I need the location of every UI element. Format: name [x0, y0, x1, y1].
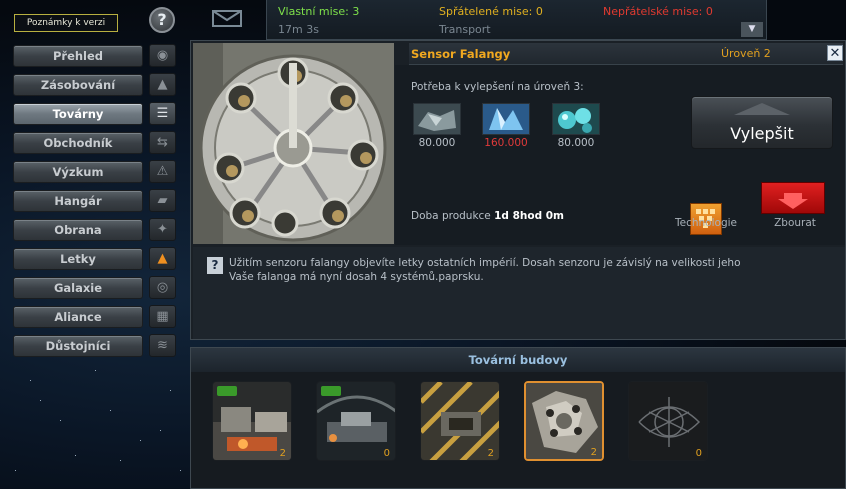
deuterium-cost: 80.000 — [557, 137, 595, 149]
factory-building-thumb-3[interactable]: 2 — [420, 381, 500, 461]
factory-buildings-header: Tovární budovy — [191, 348, 845, 372]
nav-obchodnik[interactable]: Obchodník — [13, 132, 143, 154]
chevron-down-icon[interactable]: ▼ — [741, 22, 763, 37]
nav-galaxie[interactable]: Galaxie — [13, 277, 143, 299]
star — [30, 380, 31, 381]
factory-icon[interactable]: ☰ — [149, 102, 176, 125]
star — [170, 390, 171, 391]
production-time-row: Doba produkce 1d 8hod 0m — [411, 210, 564, 222]
fleet-icon[interactable]: ▲ — [149, 247, 176, 270]
upgrade-badge-icon — [217, 386, 237, 396]
nav-hangar[interactable]: Hangár — [13, 190, 143, 212]
factory-building-thumb-5[interactable]: 0 — [628, 381, 708, 461]
building-title-bar: Sensor Falangy Úroveň 2 — [409, 43, 843, 65]
description-box: ? Užitím senzoru falangy objevíte letky … — [193, 247, 845, 339]
building-level: Úroveň 2 — [721, 47, 771, 60]
production-time-label: Doba produkce — [411, 210, 491, 222]
galaxy-icon[interactable]: ◎ — [149, 276, 176, 299]
close-icon[interactable]: ✕ — [827, 45, 843, 61]
planet-icon[interactable]: ◉ — [149, 44, 176, 67]
deuterium-icon — [552, 103, 600, 135]
description-text: Užitím senzoru falangy objevíte letky os… — [229, 256, 829, 284]
nav-vyzkum[interactable]: Výzkum — [13, 161, 143, 183]
mission-timer: 17m 3s — [278, 23, 319, 36]
crystal-icon — [482, 103, 530, 135]
nav-dustojnici[interactable]: Důstojníci — [13, 335, 143, 357]
star — [60, 420, 61, 421]
star — [15, 470, 16, 471]
own-missions-count[interactable]: Vlastní mise: 3 — [278, 5, 359, 18]
technology-label[interactable]: Technologie — [665, 217, 747, 229]
description-line-2: Vaše falanga má nyní dosah 4 systémů.pap… — [229, 271, 484, 283]
version-notes-button[interactable]: Poznámky k verzi — [14, 14, 118, 32]
nav-obrana[interactable]: Obrana — [13, 219, 143, 241]
star — [75, 455, 76, 456]
star — [110, 410, 111, 411]
star — [95, 370, 96, 371]
trade-arrows-icon[interactable]: ⇆ — [149, 131, 176, 154]
upgrade-label: Vylepšit — [730, 124, 794, 143]
hangar-icon[interactable]: ▰ — [149, 189, 176, 212]
star — [140, 440, 141, 441]
building-count: 2 — [487, 448, 494, 459]
demolish-label[interactable]: Zbourat — [755, 217, 835, 229]
crystal-cost: 160.000 — [484, 137, 528, 149]
alliance-icon[interactable]: ▦ — [149, 305, 176, 328]
upgrade-badge-icon — [321, 386, 341, 396]
upgrade-requirement-label: Potřeba k vylepšení na úroveň 3: — [411, 81, 584, 93]
building-detail-panel: Sensor Falangy Úroveň 2 ✕ Potřeba k vyle… — [190, 40, 846, 340]
factory-building-thumb-2[interactable]: 0 — [316, 381, 396, 461]
building-count: 2 — [279, 448, 286, 459]
factory-buildings-title: Tovární budovy — [468, 353, 568, 367]
demolish-icon[interactable] — [761, 182, 825, 214]
description-line-1: Užitím senzoru falangy objevíte letky os… — [229, 257, 741, 269]
nav-letky[interactable]: Letky — [13, 248, 143, 270]
research-icon[interactable]: ⚠ — [149, 160, 176, 183]
up-arrow-icon — [734, 103, 790, 115]
nav-zasobovani[interactable]: Zásobování — [13, 74, 143, 96]
factory-buildings-panel: Tovární budovy 2 0 2 2 0 — [190, 347, 846, 489]
upgrade-button[interactable]: Vylepšit — [691, 96, 833, 149]
mail-icon[interactable] — [212, 8, 242, 28]
production-time-value: 1d 8hod 0m — [494, 210, 564, 222]
metal-cost: 80.000 — [418, 137, 456, 149]
friendly-missions-count[interactable]: Spřátelené mise: 0 — [439, 5, 543, 18]
star — [40, 400, 41, 401]
nav-aliance[interactable]: Aliance — [13, 306, 143, 328]
help-icon[interactable]: ? — [149, 7, 175, 33]
star — [160, 430, 161, 431]
nav-tovarny[interactable]: Továrny — [13, 103, 143, 125]
star — [120, 460, 121, 461]
building-count: 0 — [695, 448, 702, 459]
nav-prehled[interactable]: Přehled — [13, 45, 143, 67]
defense-icon[interactable]: ✦ — [149, 218, 176, 241]
officers-icon[interactable]: ≋ — [149, 334, 176, 357]
building-title: Sensor Falangy — [411, 47, 511, 61]
info-icon: ? — [207, 257, 223, 274]
building-count: 0 — [383, 448, 390, 459]
metal-icon — [413, 103, 461, 135]
sensor-phalanx-thumb[interactable]: 2 — [524, 381, 604, 461]
factory-building-thumb-1[interactable]: 2 — [212, 381, 292, 461]
building-count: 2 — [590, 447, 597, 458]
supply-icon[interactable]: ▲ — [149, 73, 176, 96]
mission-type: Transport — [439, 23, 491, 36]
star — [180, 470, 181, 471]
building-image — [193, 43, 394, 244]
hostile-missions-count[interactable]: Nepřátelské mise: 0 — [603, 5, 713, 18]
missions-panel: Vlastní mise: 3 Spřátelené mise: 0 Nepřá… — [266, 0, 767, 40]
